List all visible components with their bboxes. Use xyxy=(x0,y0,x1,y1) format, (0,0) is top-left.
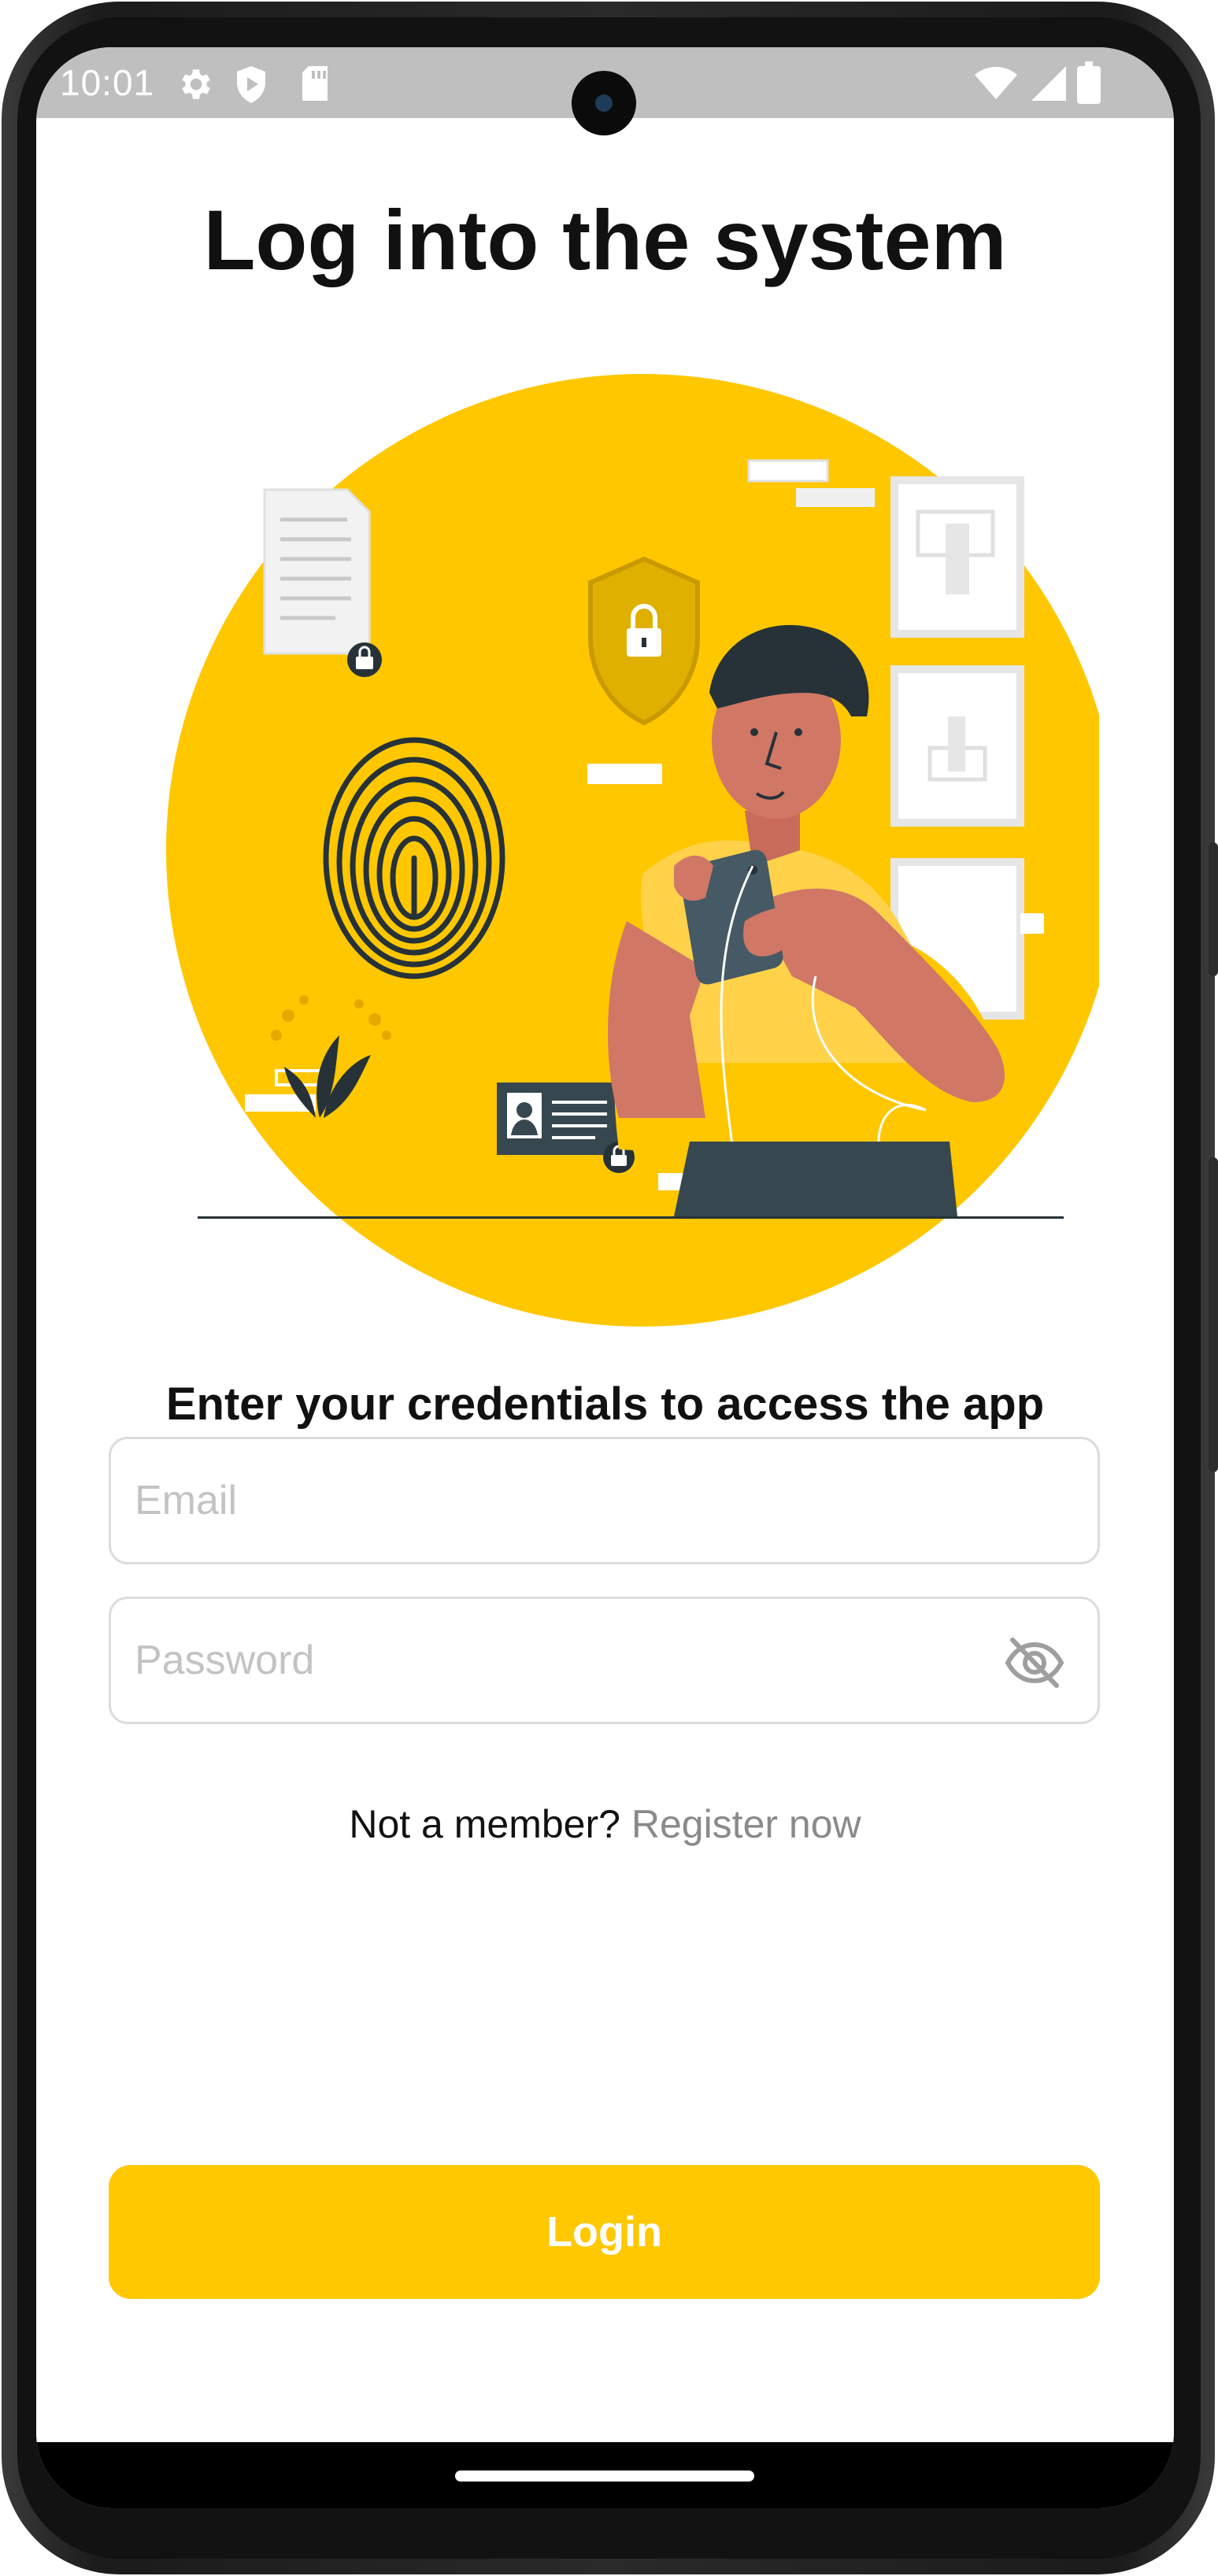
shield-play-icon xyxy=(237,66,265,103)
register-prompt: Not a member? Register now xyxy=(36,1801,1174,1847)
page-subtitle: Enter your credentials to access the app xyxy=(165,1379,1045,1430)
screen: 10:01 Log into the system Enter your cre… xyxy=(36,47,1174,2508)
register-prompt-text: Not a member? xyxy=(349,1802,631,1846)
device-frame: 10:01 Log into the system Enter your cre… xyxy=(0,0,1218,2576)
password-field[interactable] xyxy=(109,1597,1100,1724)
sd-card-icon xyxy=(302,66,328,101)
email-input[interactable] xyxy=(135,1439,1001,1562)
login-button[interactable]: Login xyxy=(109,2165,1100,2299)
page-title: Log into the system xyxy=(203,192,1007,287)
eye-off-icon[interactable] xyxy=(1003,1635,1066,1690)
home-indicator[interactable] xyxy=(455,2471,754,2482)
wifi-icon xyxy=(975,67,1017,99)
login-illustration xyxy=(166,374,1099,1327)
battery-icon xyxy=(1077,61,1101,104)
register-now-link[interactable]: Register now xyxy=(631,1802,861,1846)
status-time: 10:01 xyxy=(60,62,155,103)
power-button xyxy=(1209,1157,1218,1472)
volume-button xyxy=(1209,842,1218,976)
front-camera xyxy=(572,71,636,135)
signal-icon xyxy=(1031,66,1066,101)
email-field[interactable] xyxy=(109,1437,1100,1564)
password-input[interactable] xyxy=(135,1599,1001,1722)
gear-icon xyxy=(182,69,210,99)
